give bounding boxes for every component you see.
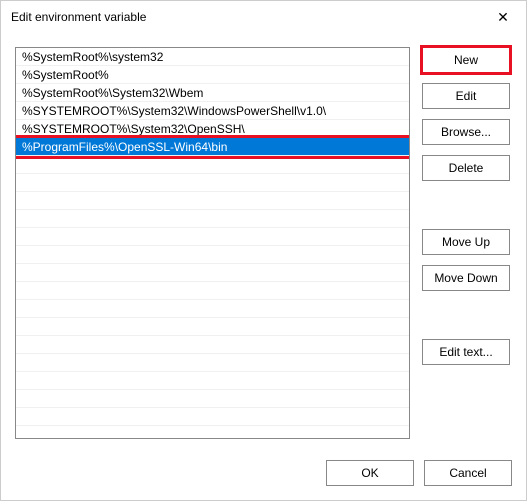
list-empty-row[interactable] [16, 354, 409, 372]
list-item[interactable]: %SystemRoot% [16, 66, 409, 84]
path-listbox[interactable]: %SystemRoot%\system32%SystemRoot%%System… [15, 47, 410, 439]
list-empty-row[interactable] [16, 336, 409, 354]
move-down-button[interactable]: Move Down [422, 265, 510, 291]
footer-buttons: OK Cancel [1, 448, 526, 500]
close-icon: ✕ [497, 9, 509, 26]
list-empty-row[interactable] [16, 300, 409, 318]
list-empty-row[interactable] [16, 156, 409, 174]
browse-button[interactable]: Browse... [422, 119, 510, 145]
list-empty-row[interactable] [16, 282, 409, 300]
edit-text-button[interactable]: Edit text... [422, 339, 510, 365]
list-item[interactable]: %SystemRoot%\System32\Wbem [16, 84, 409, 102]
list-empty-row[interactable] [16, 390, 409, 408]
list-empty-row[interactable] [16, 174, 409, 192]
list-empty-row[interactable] [16, 372, 409, 390]
list-empty-row[interactable] [16, 228, 409, 246]
dialog-window: Edit environment variable ✕ %SystemRoot%… [0, 0, 527, 501]
content-area: %SystemRoot%\system32%SystemRoot%%System… [1, 33, 526, 448]
cancel-button[interactable]: Cancel [424, 460, 512, 486]
close-button[interactable]: ✕ [480, 1, 526, 33]
delete-button[interactable]: Delete [422, 155, 510, 181]
ok-button[interactable]: OK [326, 460, 414, 486]
side-button-panel: New Edit Browse... Delete Move Up Move D… [422, 47, 512, 448]
titlebar: Edit environment variable ✕ [1, 1, 526, 33]
list-item[interactable]: %SYSTEMROOT%\System32\OpenSSH\ [16, 120, 409, 138]
list-item[interactable]: %SYSTEMROOT%\System32\WindowsPowerShell\… [16, 102, 409, 120]
list-empty-row[interactable] [16, 246, 409, 264]
list-empty-row[interactable] [16, 318, 409, 336]
list-empty-row[interactable] [16, 264, 409, 282]
list-empty-row[interactable] [16, 210, 409, 228]
list-empty-row[interactable] [16, 192, 409, 210]
new-button[interactable]: New [422, 47, 510, 73]
list-item[interactable]: %ProgramFiles%\OpenSSL-Win64\bin [16, 138, 409, 156]
move-up-button[interactable]: Move Up [422, 229, 510, 255]
edit-button[interactable]: Edit [422, 83, 510, 109]
list-item[interactable]: %SystemRoot%\system32 [16, 48, 409, 66]
list-empty-row[interactable] [16, 408, 409, 426]
window-title: Edit environment variable [11, 10, 146, 24]
